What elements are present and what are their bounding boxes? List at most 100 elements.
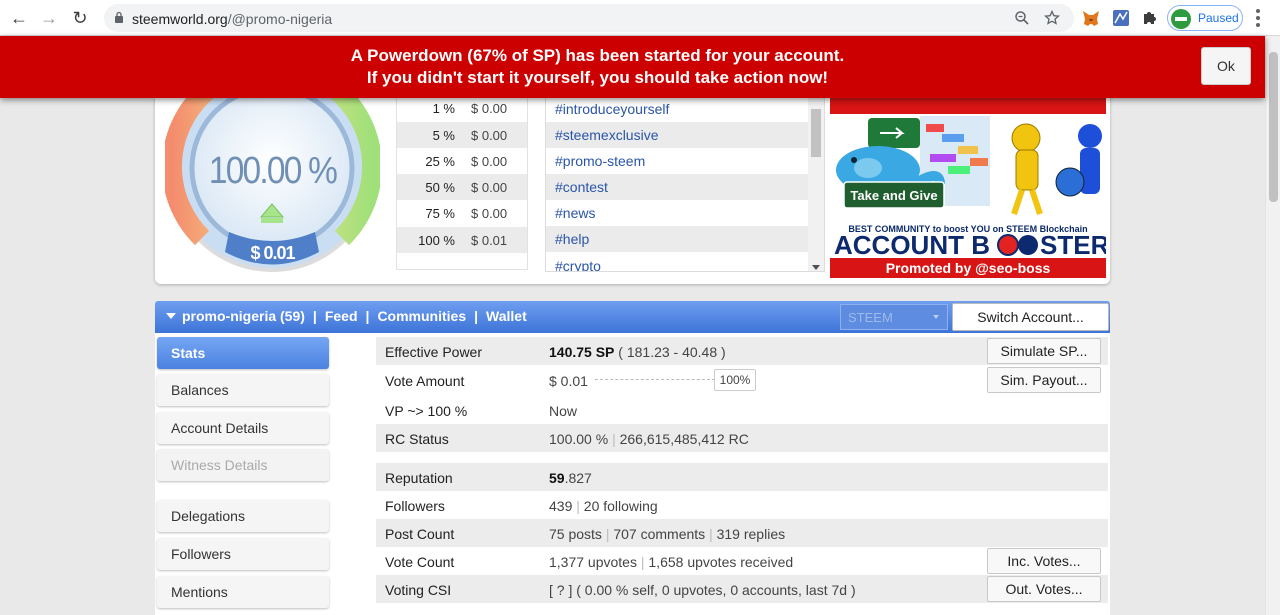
alert-message: A Powerdown (67% of SP) has been started…: [0, 45, 1195, 89]
tag-link[interactable]: #contest: [546, 174, 808, 200]
out-votes-button[interactable]: Out. Votes...: [987, 576, 1101, 602]
sidebar-item-balances[interactable]: Balances: [157, 374, 329, 406]
profile-status-label: Paused: [1198, 11, 1239, 25]
stat-label: Reputation: [385, 470, 453, 486]
vote-usd: $ 0.00: [471, 206, 508, 221]
stat-value: $ 0.01: [549, 373, 588, 389]
stat-row-followers: Followers 439 | 20 following: [376, 491, 1108, 519]
tag-link[interactable]: #news: [546, 200, 808, 226]
switch-account-button[interactable]: Switch Account...: [952, 303, 1109, 331]
sidebar-item-followers[interactable]: Followers: [157, 538, 329, 570]
avatar: [1171, 9, 1191, 29]
tag-link[interactable]: #crypto: [546, 253, 808, 271]
sidebar-item-account-details[interactable]: Account Details: [157, 412, 329, 444]
tags-scrollbar[interactable]: [808, 95, 824, 271]
powerdown-alert: A Powerdown (67% of SP) has been started…: [0, 36, 1265, 98]
extensions-puzzle-icon[interactable]: [1140, 8, 1160, 28]
tag-link[interactable]: #introduceyourself: [546, 96, 808, 122]
forward-icon[interactable]: →: [37, 6, 61, 30]
back-icon[interactable]: ←: [7, 6, 31, 30]
address-bar[interactable]: steemworld.org/@promo-nigeria: [104, 4, 1074, 32]
url-text: steemworld.org/@promo-nigeria: [132, 11, 333, 27]
rc-percent: 100.00 %: [549, 431, 609, 447]
vote-usd: $ 0.00: [471, 154, 508, 169]
reload-icon[interactable]: ↻: [68, 6, 92, 30]
simulate-sp-button[interactable]: Simulate SP...: [987, 338, 1101, 364]
stat-row-post-count: Post Count 75 posts | 707 comments | 319…: [376, 519, 1108, 547]
alert-ok-button[interactable]: Ok: [1201, 47, 1251, 85]
alert-line-1: A Powerdown (67% of SP) has been started…: [350, 46, 845, 65]
vote-usd: $ 0.00: [471, 101, 508, 116]
vote-weight-slider-track[interactable]: [595, 379, 715, 380]
stat-label: Post Count: [385, 526, 455, 542]
metamask-fox-icon[interactable]: [1081, 8, 1101, 28]
vote-usd: $ 0.00: [471, 180, 508, 195]
currency-selected-value: STEEM: [848, 310, 893, 325]
profile-button[interactable]: Paused: [1167, 5, 1243, 31]
replies-count: 319 replies: [716, 526, 786, 542]
stat-row-reputation: Reputation 59.827: [376, 463, 1108, 491]
vote-percent: 75 %: [425, 206, 455, 221]
stat-value: 439 | 20 following: [549, 498, 658, 514]
stat-value: 100.00 % | 266,615,485,412 RC: [549, 431, 749, 447]
vote-percent: 50 %: [425, 180, 455, 195]
table-row: 50 % $ 0.00: [397, 174, 527, 200]
ad-headline-part-1: ACCOUNT B: [834, 230, 990, 260]
upvotes-count: 1,377 upvotes: [549, 554, 637, 570]
inc-votes-button[interactable]: Inc. Votes...: [987, 548, 1101, 574]
stat-value: 59.827: [549, 470, 592, 486]
stat-label: VP ~> 100 %: [385, 403, 468, 419]
stat-value: 1,377 upvotes | 1,658 upvotes received: [549, 554, 794, 570]
currency-select[interactable]: STEEM: [840, 304, 948, 330]
separator: |: [474, 308, 479, 324]
tags-list[interactable]: #introduceyourself #steemexclusive #prom…: [545, 94, 825, 272]
following-count: 20 following: [583, 498, 658, 514]
stat-label: Effective Power: [385, 344, 483, 360]
scroll-down-icon[interactable]: [812, 265, 820, 270]
rc-amount: 266,615,485,412 RC: [619, 431, 749, 447]
separator: |: [312, 308, 317, 324]
collapse-triangle-icon[interactable]: [166, 313, 176, 319]
account-name-link[interactable]: promo-nigeria (59): [182, 308, 305, 324]
sidebar-item-witness-details: Witness Details: [157, 449, 329, 481]
vote-percent: 100 %: [418, 233, 455, 248]
zoom-icon[interactable]: [1014, 10, 1030, 26]
account-booster-ad[interactable]: Take and Give BEST COMMUNITY to boost YO…: [830, 94, 1106, 278]
sidebar-item-delegations[interactable]: Delegations: [157, 500, 329, 532]
sidebar-item-stats[interactable]: Stats: [157, 337, 329, 369]
chevron-down-icon: [933, 315, 939, 319]
comments-count: 707 comments: [613, 526, 706, 542]
vote-value: $ 0.01: [250, 243, 295, 263]
table-row: 25 % $ 0.00: [397, 148, 527, 174]
tag-link[interactable]: #steemexclusive: [546, 122, 808, 148]
stat-label: Vote Count: [385, 554, 455, 570]
vote-usd: $ 0.01: [471, 233, 508, 248]
page-scrollbar[interactable]: [1265, 36, 1280, 615]
vote-weight-slider-handle[interactable]: 100%: [714, 369, 756, 391]
vote-value-table: 1 % $ 0.00 5 % $ 0.00 25 % $ 0.00 50 % $ 0.0…: [396, 94, 528, 270]
table-row: 1 % $ 0.00: [397, 95, 527, 121]
stat-label: Voting CSI: [385, 582, 452, 598]
tag-link[interactable]: #help: [546, 226, 808, 252]
feed-link[interactable]: Feed: [325, 308, 358, 324]
browser-menu-icon[interactable]: [1256, 9, 1260, 27]
stat-label: RC Status: [385, 431, 449, 447]
tag-link[interactable]: #promo-steem: [546, 148, 808, 174]
stat-value: 75 posts | 707 comments | 319 replies: [549, 526, 786, 542]
extension-chart-icon[interactable]: [1111, 8, 1131, 28]
effective-power-sp: 140.75 SP: [549, 344, 615, 360]
bookmark-star-icon[interactable]: [1044, 10, 1060, 26]
table-row: 5 % $ 0.00: [397, 122, 527, 148]
stat-value: [ ? ] ( 0.00 % self, 0 upvotes, 0 accoun…: [549, 582, 856, 598]
stat-row-rc-status: RC Status 100.00 % | 266,615,485,412 RC: [376, 424, 1108, 452]
voting-power-percent: 100.00 %: [208, 150, 338, 192]
sidebar-item-mentions[interactable]: Mentions: [157, 576, 329, 608]
stat-row-vp: VP ~> 100 % Now: [376, 396, 1108, 424]
wallet-link[interactable]: Wallet: [486, 308, 527, 324]
sim-payout-button[interactable]: Sim. Payout...: [987, 367, 1101, 393]
communities-link[interactable]: Communities: [377, 308, 466, 324]
stat-value: Now: [549, 403, 578, 419]
scrollbar-thumb[interactable]: [1269, 52, 1278, 202]
ad-take-give-text: Take and Give: [850, 188, 937, 203]
posts-count: 75 posts: [549, 526, 602, 542]
